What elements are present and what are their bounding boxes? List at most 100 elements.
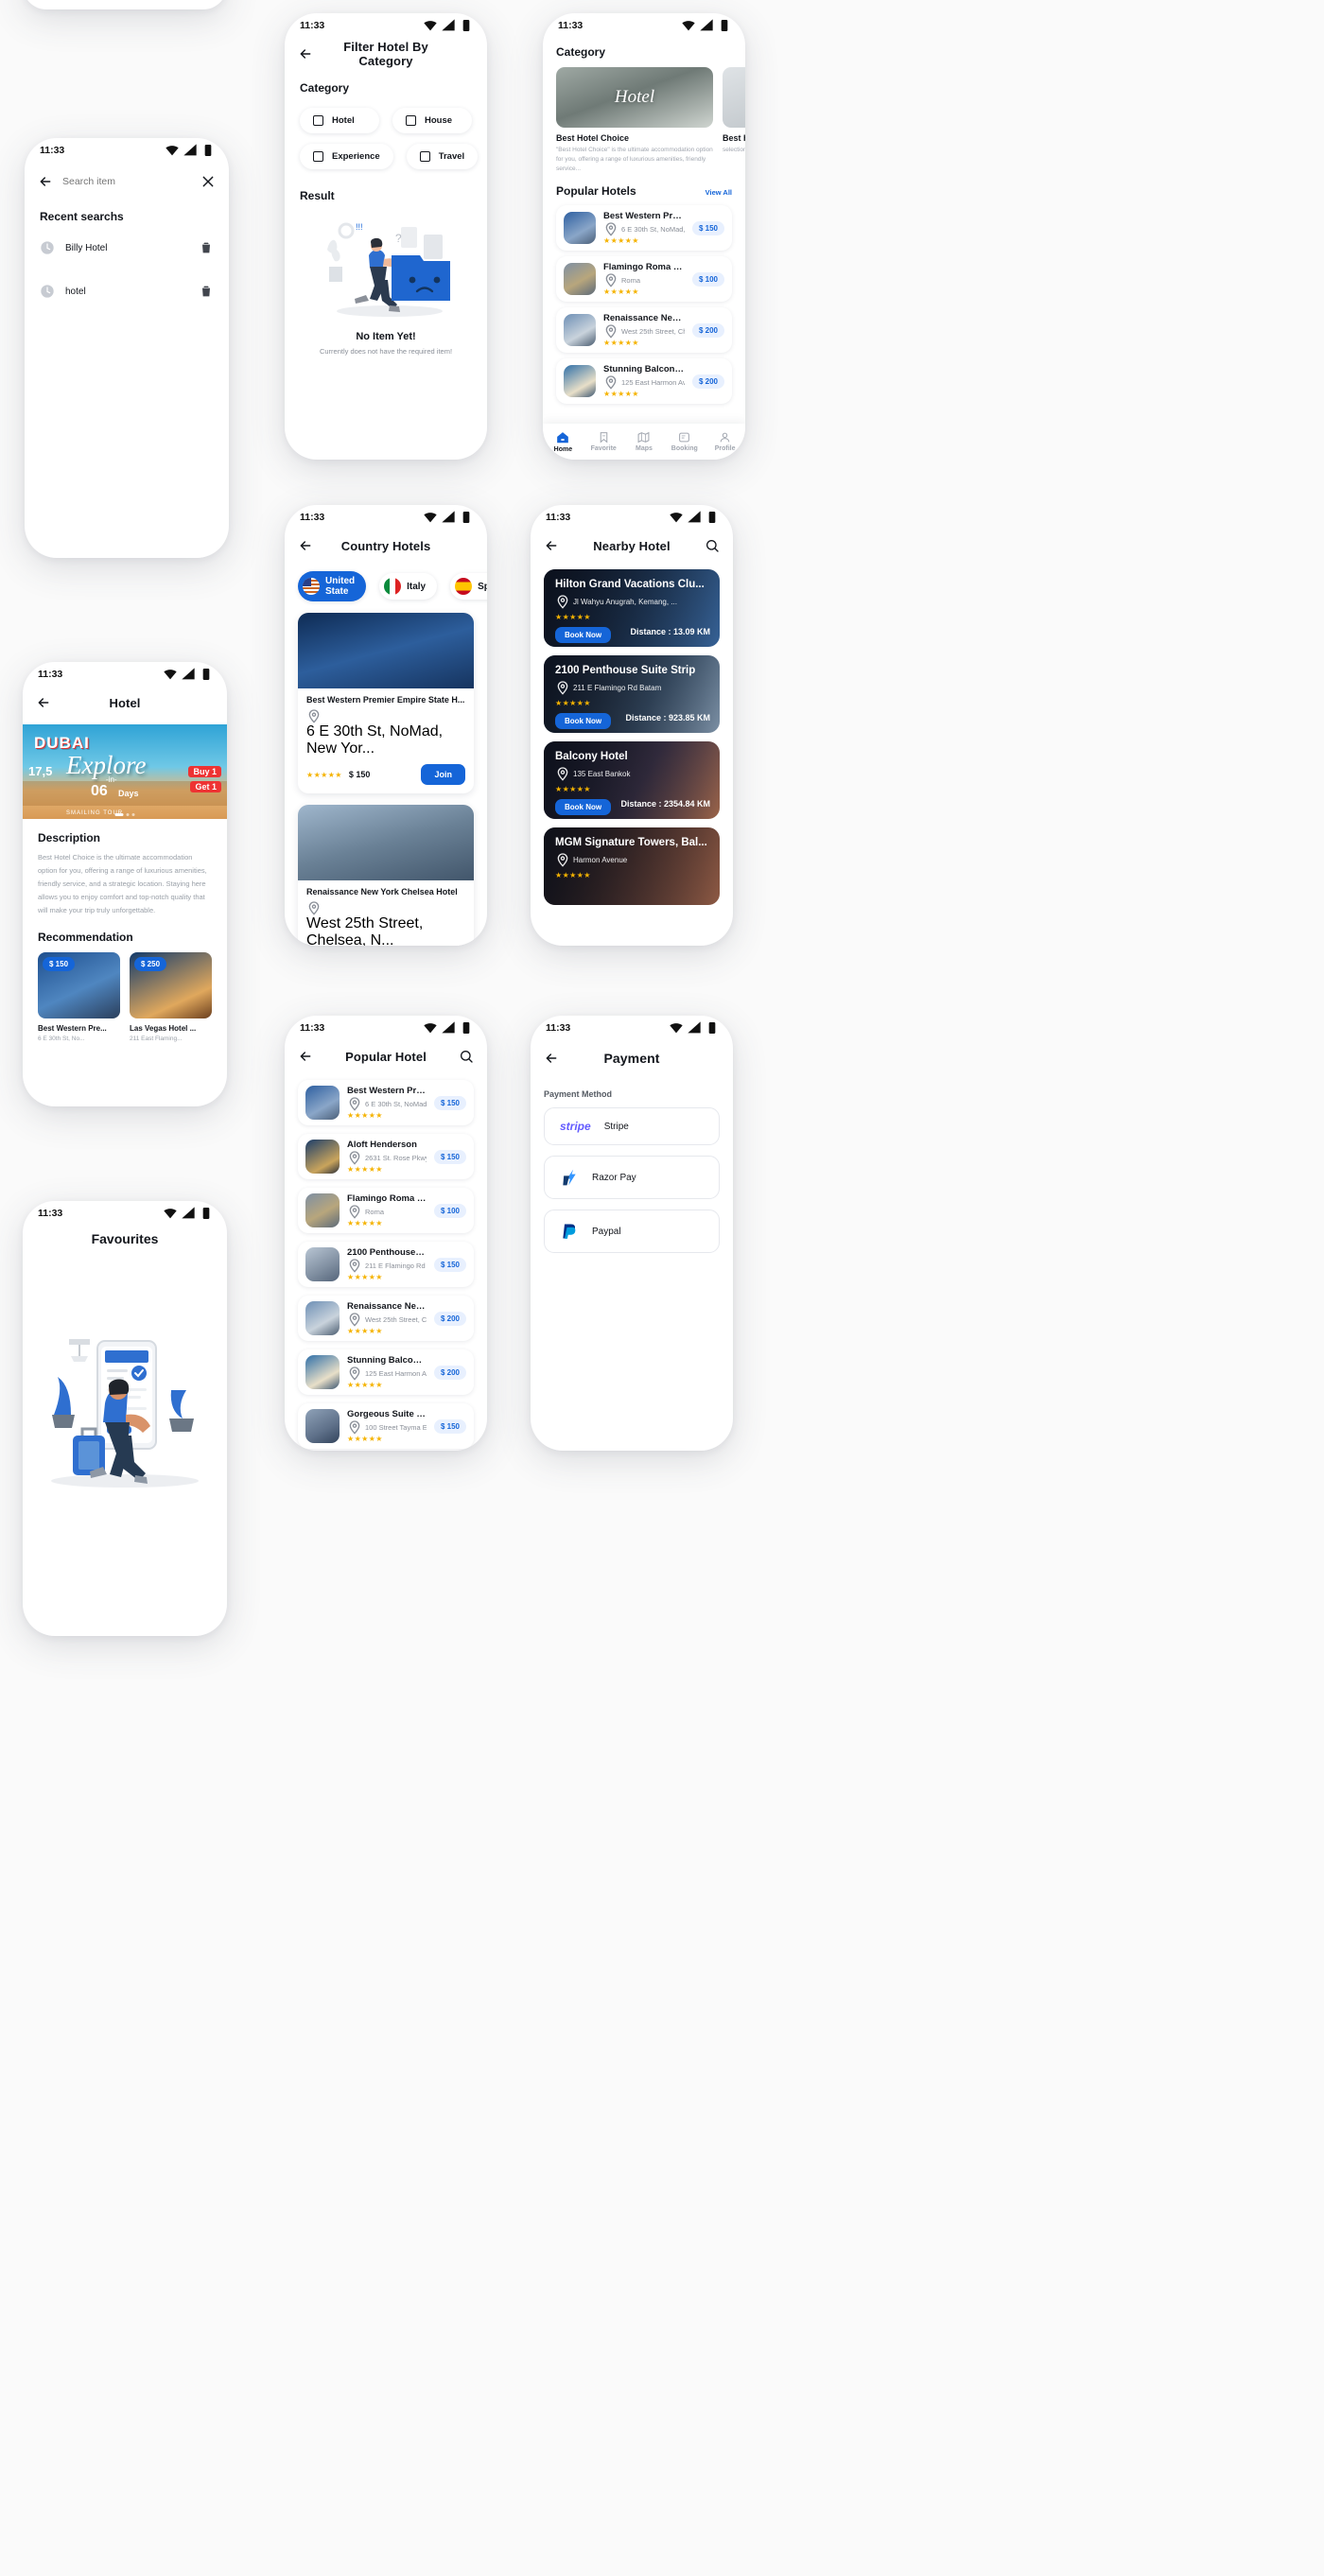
signal-icon	[183, 144, 197, 156]
back-arrow-icon[interactable]	[544, 538, 559, 553]
paypal-logo-icon	[563, 1224, 576, 1239]
recommendation-card[interactable]: $ 150 Best Western Pre... 6 E 30th St, N…	[38, 952, 120, 1042]
popular-appbar: Popular Hotel	[285, 1040, 487, 1072]
nav-item-maps[interactable]: Maps	[624, 431, 665, 452]
category-card[interactable]: Best House selection of preference	[723, 67, 745, 173]
location-pin-icon	[349, 1313, 360, 1327]
nearby-hotel-card[interactable]: Hilton Grand Vacations Clu... Jl Wahyu A…	[544, 569, 720, 647]
popular-hotels-title: Popular Hotels	[556, 184, 636, 199]
back-arrow-icon[interactable]	[298, 1049, 313, 1064]
hotel-address-text: Jl Wahyu Anugrah, Kemang, ...	[573, 597, 677, 606]
promo-banner[interactable]: DUBAI Explore -in- 06 Days 17,5 Buy 1 Ge…	[23, 724, 227, 819]
phone-home: 11:33 Category Hotel Best Hotel Choice "…	[543, 13, 745, 460]
list-item[interactable]: hotel	[40, 284, 214, 299]
back-arrow-icon[interactable]	[298, 46, 313, 61]
nav-item-home[interactable]: Home	[543, 431, 584, 453]
wifi-icon	[166, 146, 179, 156]
signal-icon	[688, 511, 701, 523]
back-arrow-icon[interactable]	[544, 1051, 559, 1066]
nav-item-profile[interactable]: Profile	[705, 431, 745, 452]
book-now-button[interactable]: Book Now	[555, 713, 612, 729]
checkbox-hotel[interactable]: Hotel	[300, 108, 379, 133]
table-row[interactable]: Best Western Premie... 6 E 30th St, NoMa…	[556, 205, 732, 252]
checkbox-experience[interactable]: Experience	[300, 144, 393, 169]
table-row[interactable]: Stunning Balcony Str... 125 East Harmon …	[298, 1349, 474, 1395]
checkbox-travel[interactable]: Travel	[406, 144, 479, 169]
search-icon[interactable]	[705, 538, 720, 553]
close-icon[interactable]	[200, 174, 216, 189]
payment-option-paypal[interactable]: Paypal	[544, 1210, 720, 1253]
razorpay-logo-icon	[563, 1169, 576, 1186]
payment-option-razorpay[interactable]: Razor Pay	[544, 1156, 720, 1199]
status-time: 11:33	[300, 512, 325, 523]
hotel-address-text: 211 E Flamingo Rd Ba...	[365, 1261, 427, 1270]
nav-item-favorite[interactable]: Favorite	[584, 431, 624, 452]
table-row[interactable]: Gorgeous Suite Vdar... 100 Street Tayma …	[298, 1403, 474, 1449]
category-card-title: Best House	[723, 133, 745, 143]
country-chip-italy[interactable]: Italy	[379, 573, 438, 600]
category-card[interactable]: Hotel Best Hotel Choice "Best Hotel Choi…	[556, 67, 713, 173]
battery-icon	[202, 1208, 210, 1219]
book-now-button[interactable]: Book Now	[555, 627, 612, 643]
rating-stars: ★★★★★	[555, 785, 591, 793]
table-row[interactable]: Renaissance New Yor... West 25th Street,…	[556, 307, 732, 354]
status-bar: 11:33	[285, 13, 487, 38]
back-arrow-icon[interactable]	[298, 538, 313, 553]
nav-item-booking[interactable]: Booking	[664, 431, 705, 452]
nearby-hotel-card[interactable]: Balcony Hotel 135 East Bankok ★★★★★ Book…	[544, 741, 720, 819]
trash-icon[interactable]	[199, 240, 214, 255]
trash-icon[interactable]	[199, 284, 214, 299]
checkbox-label: House	[425, 115, 453, 126]
join-button[interactable]: Join	[421, 764, 465, 785]
location-pin-icon	[605, 273, 617, 287]
status-icons	[669, 1020, 720, 1036]
back-arrow-icon[interactable]	[38, 174, 53, 189]
phone-country-hotels: 11:33 Country Hotels United State Italy …	[285, 505, 487, 946]
country-chip-united-state[interactable]: United State	[298, 571, 367, 601]
view-all-link[interactable]: View All	[706, 188, 732, 197]
carousel-dots[interactable]	[114, 813, 135, 816]
payment-option-stripe[interactable]: stripe Stripe	[544, 1107, 720, 1145]
clock-icon	[41, 285, 54, 298]
table-row[interactable]: Renaissance New Yor... West 25th Street,…	[298, 1296, 474, 1341]
table-row[interactable]: 2100 Penthouse Suit... 211 E Flamingo Rd…	[298, 1242, 474, 1287]
list-item[interactable]: Billy Hotel	[40, 240, 214, 255]
banner-days-count: 06	[91, 783, 108, 799]
wifi-icon	[164, 1209, 177, 1219]
table-row[interactable]: Stunning Balcony Str... 125 East Harmon …	[556, 358, 732, 405]
detail-appbar: Hotel	[23, 687, 227, 719]
book-now-button[interactable]: Book Now	[555, 799, 612, 815]
rating-stars: ★★★★★	[347, 1165, 383, 1174]
category-card-desc: selection of preference	[723, 147, 745, 153]
table-row[interactable]: Flamingo Roma Hotel... Roma ★★★★★ $ 100	[556, 256, 732, 303]
search-icon[interactable]	[459, 1049, 474, 1064]
checkbox-house[interactable]: House	[392, 108, 472, 133]
hotel-address-text: Harmon Avenue	[573, 855, 628, 864]
back-arrow-icon[interactable]	[36, 695, 51, 710]
chip-label: United State	[325, 576, 356, 597]
page-title: Payment	[603, 1051, 660, 1066]
rating-stars: ★★★★★	[555, 871, 591, 879]
table-row[interactable]: Best Western Premie... 6 E 30th St, NoMa…	[298, 1080, 474, 1125]
status-icons	[423, 510, 474, 525]
description-label: Description	[38, 831, 101, 844]
recommendation-card[interactable]: $ 250 Las Vegas Hotel ... 211 East Flami…	[130, 952, 212, 1042]
table-row[interactable]: Flamingo Roma Hotel... Roma ★★★★★ $ 100	[298, 1188, 474, 1233]
nav-label: Maps	[636, 445, 653, 452]
nearby-hotel-card[interactable]: MGM Signature Towers, Bal... Harmon Aven…	[544, 827, 720, 905]
hotel-thumbnail	[305, 1409, 340, 1443]
country-chip-spain[interactable]: Sp	[450, 573, 487, 600]
signal-icon	[688, 1021, 701, 1034]
checkbox-label: Travel	[438, 151, 465, 162]
search-input[interactable]	[62, 176, 191, 187]
country-hotel-card[interactable]: Best Western Premier Empire State H... 6…	[298, 613, 474, 793]
stripe-logo-icon: stripe	[560, 1120, 591, 1133]
hotel-address: West 25th Street, Chelsea, N...	[306, 900, 465, 946]
hotel-name: Best Western Premie...	[347, 1086, 427, 1096]
nearby-hotel-card[interactable]: 2100 Penthouse Suite Strip 211 E Flaming…	[544, 655, 720, 733]
table-row[interactable]: Aloft Henderson 2631 St. Rose Pkwy, ... …	[298, 1134, 474, 1179]
banner-line1: DUBAI	[34, 734, 90, 752]
hotel-address: West 25th Street, Ch...	[603, 323, 685, 339]
country-hotel-card[interactable]: Renaissance New York Chelsea Hotel West …	[298, 805, 474, 946]
rating-stars: ★★★★★	[603, 390, 639, 399]
